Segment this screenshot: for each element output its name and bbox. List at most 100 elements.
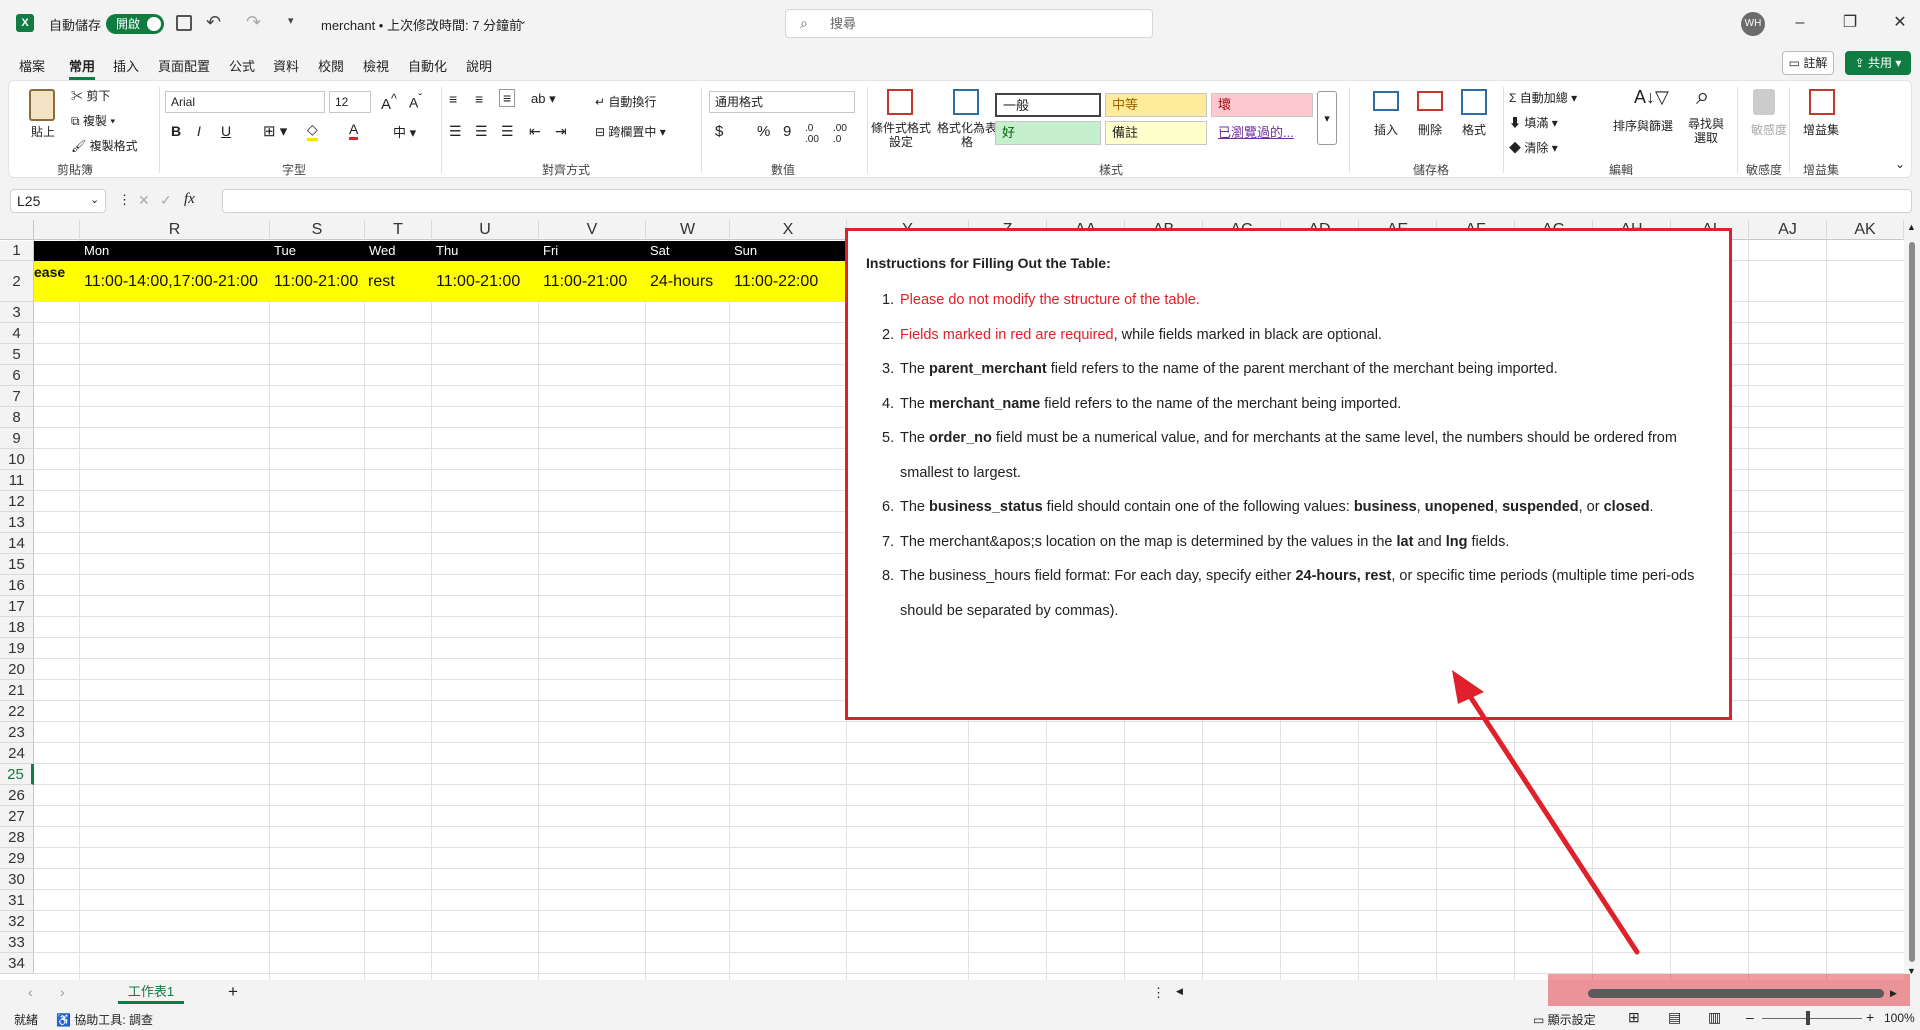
column-header[interactable]: U (432, 220, 539, 240)
row-header[interactable]: 23 (0, 722, 34, 743)
qat-more-icon[interactable]: ▾ (288, 14, 294, 27)
insert-cells-button[interactable]: 插入 (1374, 121, 1398, 138)
menu-insert[interactable]: 插入 (113, 54, 139, 77)
menu-review[interactable]: 校閱 (318, 54, 344, 77)
row-header[interactable]: 7 (0, 386, 34, 407)
row-header[interactable]: 34 (0, 953, 34, 974)
percent-button[interactable]: % (757, 123, 770, 140)
cell-hours-wed[interactable]: rest (368, 273, 395, 291)
row-header[interactable]: 10 (0, 449, 34, 470)
accessibility-button[interactable]: ♿ 協助工具: 調查 (56, 1011, 153, 1028)
add-sheet-button[interactable]: + (228, 982, 238, 1002)
row-header[interactable]: 20 (0, 659, 34, 680)
menu-help[interactable]: 說明 (466, 54, 492, 77)
row-header[interactable]: 28 (0, 827, 34, 848)
zoom-slider[interactable] (1762, 1018, 1862, 1019)
cell-hours-sun[interactable]: 11:00-22:00 (734, 273, 818, 291)
row-header[interactable]: 6 (0, 365, 34, 386)
row-header[interactable]: 8 (0, 407, 34, 428)
redo-icon[interactable]: ↷ (246, 12, 261, 33)
row-header[interactable]: 13 (0, 512, 34, 533)
restore-icon[interactable]: ❐ (1835, 10, 1865, 36)
row-header[interactable]: 26 (0, 785, 34, 806)
cell-day-sat[interactable]: Sat (650, 243, 670, 258)
zoom-slider-thumb[interactable] (1806, 1011, 1810, 1025)
row-header[interactable]: 25 (0, 764, 34, 785)
increase-decimal-icon[interactable]: .0.00 (805, 123, 819, 145)
cell-day-sun[interactable]: Sun (734, 243, 757, 258)
page-break-view-icon[interactable]: ▥ (1708, 1009, 1721, 1026)
column-header[interactable]: W (646, 220, 730, 240)
style-followed-hyperlink[interactable]: 已瀏覽過的... (1211, 121, 1313, 145)
sheet-next-icon[interactable]: › (60, 984, 65, 1000)
style-neutral[interactable]: 中等 (1105, 93, 1207, 117)
format-as-table-button[interactable]: 格式化為表格 (937, 121, 997, 149)
format-cells-icon[interactable] (1461, 89, 1487, 115)
menu-home[interactable]: 常用 (69, 54, 96, 80)
paste-icon[interactable] (29, 89, 55, 121)
row-header[interactable]: 2 (0, 261, 34, 302)
currency-button[interactable]: $ (715, 123, 723, 140)
column-header[interactable]: V (539, 220, 646, 240)
format-as-table-icon[interactable] (953, 89, 979, 115)
column-header[interactable]: AK (1827, 220, 1904, 240)
delete-cells-button[interactable]: 刪除 (1418, 121, 1442, 138)
style-normal[interactable]: 一般 (995, 93, 1101, 117)
cell-hours-tue[interactable]: 11:00-21:00 (274, 273, 358, 291)
row-header[interactable]: 14 (0, 533, 34, 554)
row-header[interactable]: 12 (0, 491, 34, 512)
scroll-up-icon[interactable]: ▲ (1907, 222, 1916, 232)
find-select-button[interactable]: 尋找與選取 (1685, 117, 1727, 145)
style-good[interactable]: 好 (995, 121, 1101, 145)
cell-day-fri[interactable]: Fri (543, 243, 558, 258)
column-header[interactable]: T (365, 220, 432, 240)
cancel-icon[interactable]: ✕ (138, 192, 150, 209)
row-header[interactable]: 9 (0, 428, 34, 449)
sensitivity-button[interactable]: 敏感度 (1751, 121, 1787, 138)
align-center-icon[interactable]: ☰ (475, 123, 488, 140)
align-right-icon[interactable]: ☰ (501, 123, 514, 140)
shrink-font-icon[interactable]: Aˇ (409, 92, 422, 111)
namebox-chevron-icon[interactable]: ⌄ (90, 193, 99, 206)
increase-indent-icon[interactable]: ⇥ (555, 123, 567, 140)
row-header[interactable]: 3 (0, 302, 34, 323)
search-box[interactable]: ⌕ 搜尋 (785, 9, 1153, 38)
font-size-select[interactable]: 12 (329, 91, 371, 113)
minimize-icon[interactable]: – (1785, 10, 1815, 36)
row-header[interactable]: 24 (0, 743, 34, 764)
column-header[interactable]: R (80, 220, 270, 240)
row-header[interactable]: 31 (0, 890, 34, 911)
styles-more-icon[interactable]: ▾ (1317, 91, 1337, 145)
comment-button[interactable]: ▭ 註解 (1782, 51, 1834, 75)
copy-button[interactable]: ⧉ 複製 ▾ (71, 112, 115, 129)
ribbon-collapse-icon[interactable]: ⌄ (1895, 157, 1905, 171)
align-middle-icon[interactable]: ≡ (475, 91, 483, 107)
cell-day-thu[interactable]: Thu (436, 243, 458, 258)
undo-icon[interactable]: ↶ (206, 12, 221, 33)
autosave-toggle[interactable]: 開啟 (106, 14, 164, 34)
row-header[interactable]: 15 (0, 554, 34, 575)
underline-button[interactable]: U (221, 123, 231, 139)
comma-button[interactable]: 9 (783, 123, 791, 140)
cut-button[interactable]: ✂ 剪下 (71, 87, 110, 104)
cell-clipped-text[interactable]: ease (34, 264, 65, 280)
row-header[interactable]: 29 (0, 848, 34, 869)
cell-day-wed[interactable]: Wed (369, 243, 396, 258)
addins-icon[interactable] (1809, 89, 1835, 115)
row-header[interactable]: 32 (0, 911, 34, 932)
align-left-icon[interactable]: ☰ (449, 123, 462, 140)
row-header[interactable]: 4 (0, 323, 34, 344)
sensitivity-icon[interactable] (1753, 89, 1775, 115)
row-header[interactable]: 16 (0, 575, 34, 596)
border-icon[interactable]: ⊞ ▾ (263, 122, 287, 140)
row-header[interactable]: 5 (0, 344, 34, 365)
orientation-icon[interactable]: ab ▾ (531, 91, 556, 107)
delete-cells-icon[interactable] (1417, 91, 1443, 111)
share-button[interactable]: ⇪ 共用 ▾ (1845, 51, 1911, 75)
bold-button[interactable]: B (171, 123, 181, 139)
fill-color-icon[interactable]: ◇ (307, 121, 318, 141)
hscroll-right-icon[interactable]: ▶ (1890, 988, 1897, 999)
zoom-in-icon[interactable]: + (1866, 1009, 1874, 1025)
row-header[interactable]: 17 (0, 596, 34, 617)
vertical-scrollbar[interactable]: ▲ ▼ (1904, 220, 1920, 980)
